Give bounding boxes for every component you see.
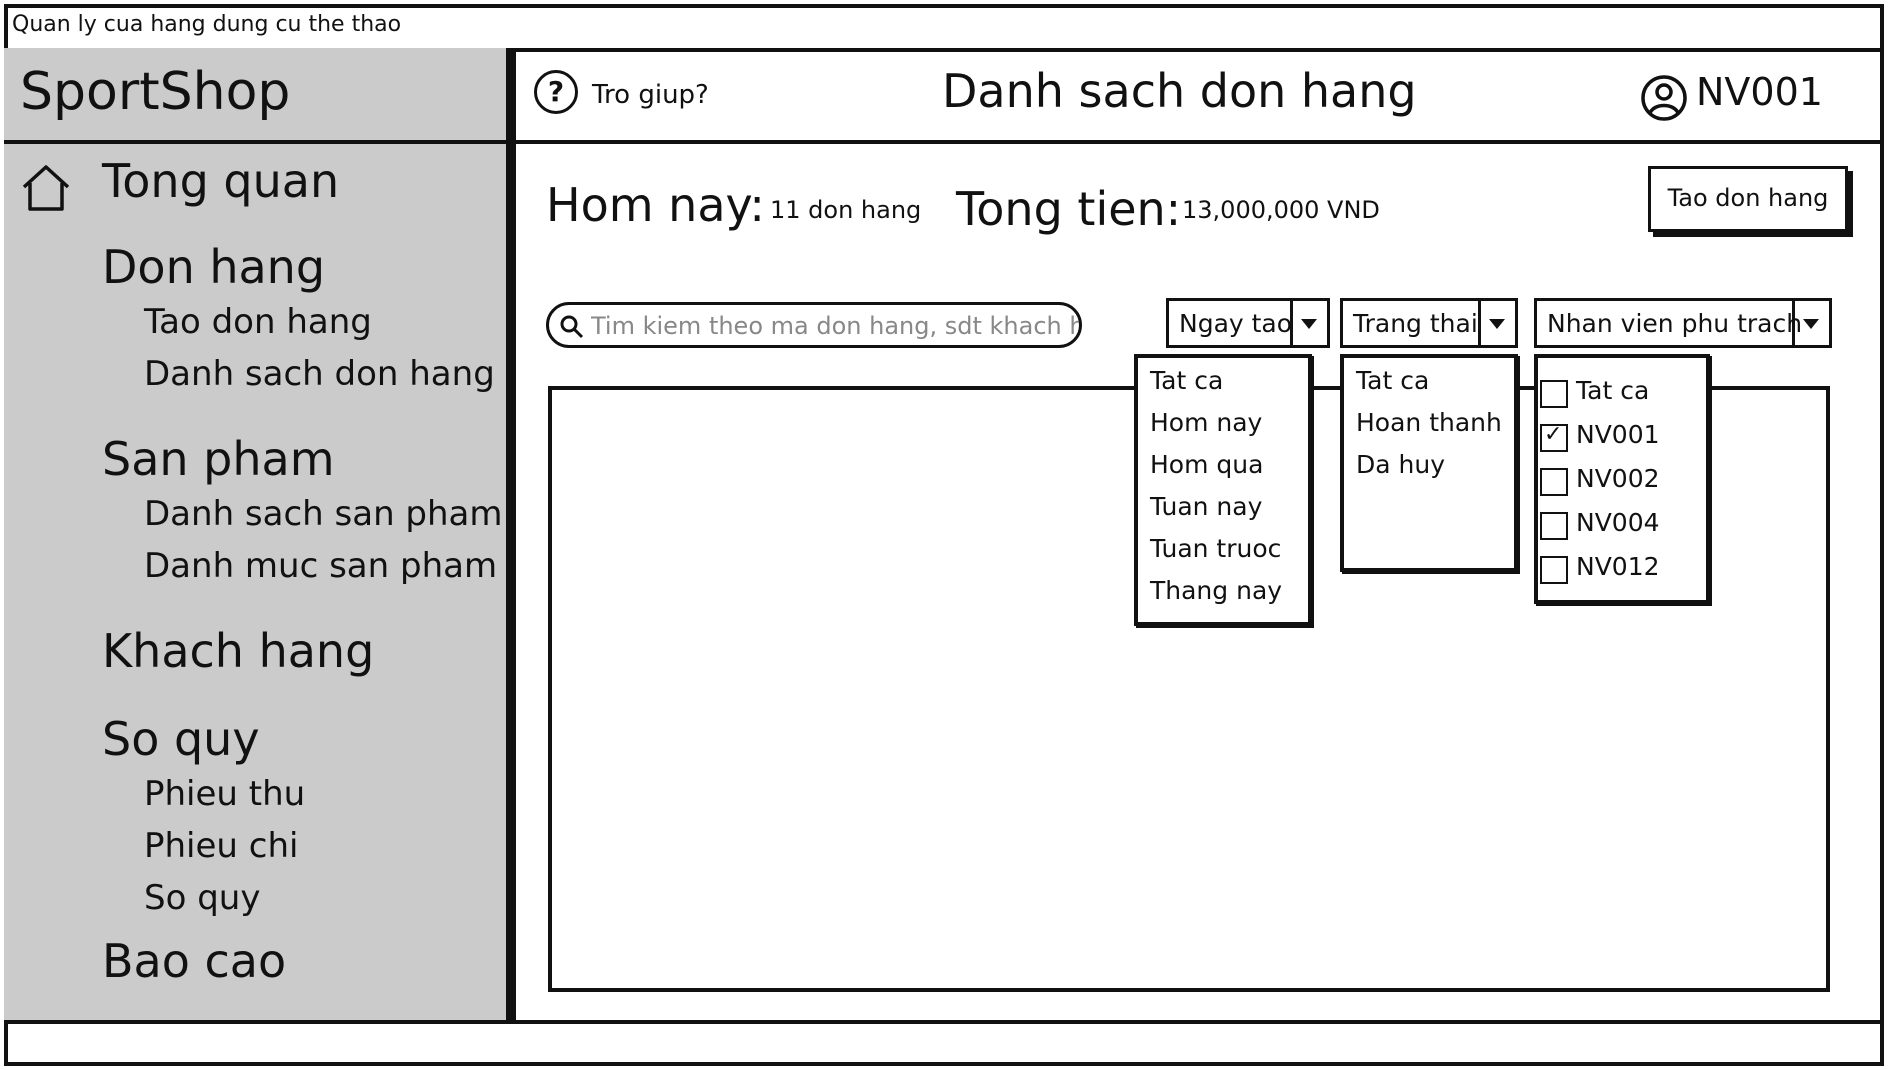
date-filter-label: Ngay tao <box>1179 309 1293 338</box>
search-input[interactable] <box>589 309 1079 343</box>
user-name[interactable]: NV001 <box>1696 70 1823 114</box>
chevron-down-icon[interactable] <box>1478 301 1515 345</box>
nav-tong-quan[interactable]: Tong quan <box>102 154 339 208</box>
status-option[interactable]: Hoan thanh <box>1356 408 1502 437</box>
status-filter-menu: Tat ca Hoan thanh Da huy <box>1340 354 1518 572</box>
staff-option[interactable]: Tat ca <box>1576 376 1649 405</box>
chevron-down-icon[interactable] <box>1792 301 1829 345</box>
nav-danh-sach-don-hang[interactable]: Danh sach don hang <box>144 354 495 394</box>
date-filter-dropdown[interactable]: Ngay tao <box>1166 298 1330 348</box>
home-icon <box>22 165 70 211</box>
nav-so-quy-sub[interactable]: So quy <box>144 878 260 918</box>
search-icon <box>560 315 584 339</box>
nav-khach-hang[interactable]: Khach hang <box>102 624 374 678</box>
user-icon[interactable] <box>1640 74 1688 122</box>
staff-option[interactable]: NV001 <box>1576 420 1660 449</box>
nav-danh-muc-san-pham[interactable]: Danh muc san pham <box>144 546 497 586</box>
date-option[interactable]: Tuan nay <box>1150 492 1262 521</box>
status-option[interactable]: Da huy <box>1356 450 1445 479</box>
nav-danh-sach-san-pham[interactable]: Danh sach san pham <box>144 494 503 534</box>
nav-tao-don-hang[interactable]: Tao don hang <box>144 302 372 342</box>
staff-checkbox[interactable] <box>1540 468 1568 496</box>
brand-logo: SportShop <box>20 62 291 122</box>
staff-option[interactable]: NV002 <box>1576 464 1660 493</box>
page-title: Danh sach don hang <box>942 64 1417 118</box>
staff-checkbox[interactable] <box>1540 380 1568 408</box>
today-value: 11 don hang <box>770 196 922 224</box>
nav-bao-cao[interactable]: Bao cao <box>102 934 286 988</box>
nav-don-hang[interactable]: Don hang <box>102 240 325 294</box>
title-bar: Quan ly cua hang dung cu the thao <box>4 4 1884 52</box>
date-option[interactable]: Hom nay <box>1150 408 1262 437</box>
staff-filter-dropdown[interactable]: Nhan vien phu trach <box>1534 298 1832 348</box>
help-icon[interactable]: ? <box>534 70 578 114</box>
date-option[interactable]: Tat ca <box>1150 366 1223 395</box>
today-label: Hom nay: <box>546 178 765 232</box>
staff-checkbox[interactable] <box>1540 556 1568 584</box>
date-option[interactable]: Hom qua <box>1150 450 1263 479</box>
nav-san-pham[interactable]: San pham <box>102 432 335 486</box>
status-filter-label: Trang thai <box>1353 309 1478 338</box>
nav-so-quy[interactable]: So quy <box>102 712 260 766</box>
staff-checkbox[interactable] <box>1540 512 1568 540</box>
total-value: 13,000,000 VND <box>1182 196 1380 224</box>
sidebar-divider <box>510 48 516 1024</box>
nav-phieu-chi[interactable]: Phieu chi <box>144 826 298 866</box>
create-order-button[interactable]: Tao don hang <box>1648 166 1848 232</box>
staff-checkbox-checked[interactable] <box>1540 422 1568 452</box>
status-filter-dropdown[interactable]: Trang thai <box>1340 298 1518 348</box>
date-option[interactable]: Thang nay <box>1150 576 1282 605</box>
staff-option[interactable]: NV012 <box>1576 552 1660 581</box>
total-label: Tong tien: <box>956 182 1182 236</box>
staff-filter-label: Nhan vien phu trach <box>1547 309 1803 338</box>
search-box <box>546 302 1082 348</box>
nav-phieu-thu[interactable]: Phieu thu <box>144 774 305 814</box>
date-option[interactable]: Tuan truoc <box>1150 534 1281 563</box>
chevron-down-icon[interactable] <box>1290 301 1327 345</box>
staff-option[interactable]: NV004 <box>1576 508 1660 537</box>
help-link[interactable]: Tro giup? <box>592 80 709 110</box>
status-bar <box>4 1020 1884 1066</box>
staff-filter-menu: Tat ca NV001 NV002 NV004 NV012 <box>1534 354 1710 604</box>
window-title: Quan ly cua hang dung cu the thao <box>12 12 402 37</box>
status-option[interactable]: Tat ca <box>1356 366 1429 395</box>
date-filter-menu: Tat ca Hom nay Hom qua Tuan nay Tuan tru… <box>1134 354 1312 626</box>
